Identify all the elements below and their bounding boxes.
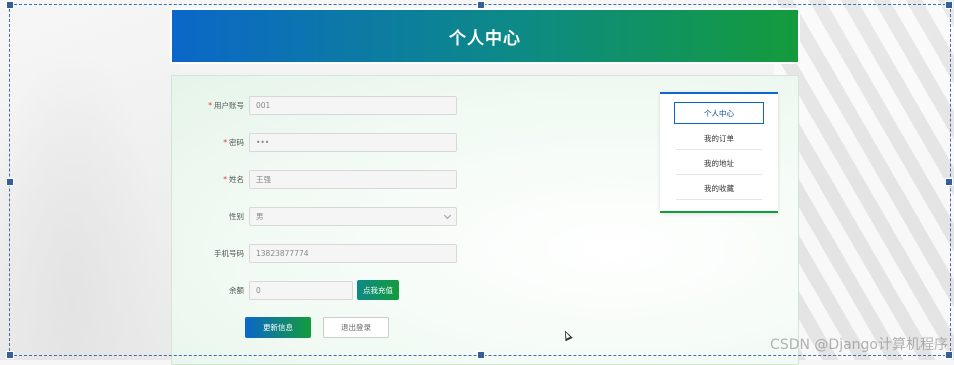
gender-select[interactable]: 男 xyxy=(249,207,457,226)
resize-handle[interactable] xyxy=(6,351,14,359)
form-row-phone: 手机号码 13823877774 xyxy=(172,244,457,263)
side-menu-item-orders[interactable]: 我的订单 xyxy=(676,128,762,150)
resize-handle[interactable] xyxy=(6,178,14,186)
required-mark: * xyxy=(208,101,212,110)
side-menu-item-address[interactable]: 我的地址 xyxy=(676,153,762,175)
page-title: 个人中心 xyxy=(449,28,521,49)
watermark: CSDN @Django计算机程序 xyxy=(770,337,948,353)
password-label: 密码 xyxy=(229,138,244,147)
phone-input[interactable]: 13823877774 xyxy=(249,244,457,263)
form-row-name: * 姓名 王强 xyxy=(172,170,457,189)
name-label: 姓名 xyxy=(229,175,244,184)
background-right xyxy=(774,0,954,360)
field-label: * 密码 xyxy=(172,137,244,148)
field-label: * 用户账号 xyxy=(172,100,244,111)
resize-handle[interactable] xyxy=(945,178,953,186)
profile-panel: * 用户账号 001 * 密码 ••• * 姓名 王强 性别 男 手机号码 13823… xyxy=(171,75,799,365)
required-mark: * xyxy=(223,175,227,184)
resize-handle[interactable] xyxy=(945,1,953,9)
logout-button[interactable]: 退出登录 xyxy=(323,317,389,338)
update-info-button[interactable]: 更新信息 xyxy=(245,317,311,338)
account-input[interactable]: 001 xyxy=(249,96,457,115)
balance-label: 余额 xyxy=(229,285,244,295)
account-label: 用户账号 xyxy=(214,101,244,110)
side-menu-item-favorites[interactable]: 我的收藏 xyxy=(676,178,762,200)
recharge-button[interactable]: 点我充值 xyxy=(357,280,399,300)
form-row-account: * 用户账号 001 xyxy=(172,96,457,115)
name-input[interactable]: 王强 xyxy=(249,170,457,189)
background-left xyxy=(0,0,180,360)
resize-handle[interactable] xyxy=(6,1,14,9)
gender-label: 性别 xyxy=(229,212,244,221)
page-header: 个人中心 xyxy=(172,10,798,62)
form-row-balance: 余额 0 点我充值 xyxy=(172,280,399,300)
required-mark: * xyxy=(223,138,227,147)
form-row-gender: 性别 男 xyxy=(172,207,457,226)
side-menu: 个人中心 我的订单 我的地址 我的收藏 xyxy=(660,92,778,213)
chevron-down-icon xyxy=(443,211,452,220)
form-row-password: * 密码 ••• xyxy=(172,133,457,152)
resize-handle[interactable] xyxy=(477,1,485,9)
field-label: * 姓名 xyxy=(172,174,244,185)
phone-label: 手机号码 xyxy=(214,249,244,258)
gender-value: 男 xyxy=(256,212,264,221)
password-input[interactable]: ••• xyxy=(249,133,457,152)
resize-handle[interactable] xyxy=(477,351,485,359)
balance-input[interactable]: 0 xyxy=(249,280,353,300)
side-menu-item-profile[interactable]: 个人中心 xyxy=(674,102,764,124)
